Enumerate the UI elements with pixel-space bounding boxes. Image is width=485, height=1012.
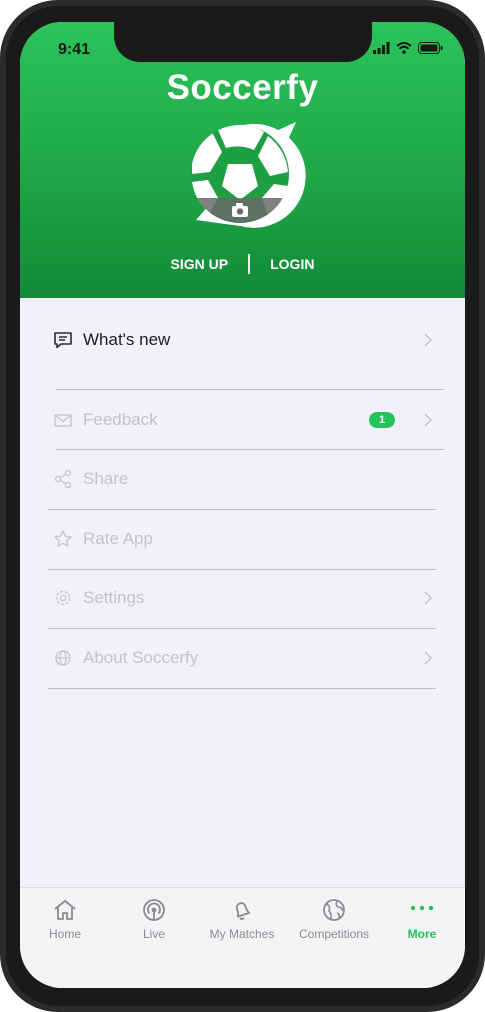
- globe-icon: [55, 650, 71, 666]
- menu-divider: [48, 688, 436, 689]
- home-icon: [54, 900, 76, 920]
- notification-badge: 1: [369, 412, 395, 428]
- menu-item-share[interactable]: Share: [20, 449, 465, 509]
- chat-bubble-icon: [54, 332, 72, 349]
- menu-item-label: Share: [83, 469, 129, 488]
- status-time: 9:41: [58, 41, 91, 58]
- chevron-right-icon: [424, 591, 433, 605]
- chevron-right-icon: [424, 651, 433, 665]
- avatar-logo[interactable]: [178, 116, 306, 236]
- tab-label: More: [407, 927, 437, 941]
- menu-item-whats-new[interactable]: What's new: [20, 310, 465, 370]
- tab-label: My Matches: [209, 927, 275, 941]
- menu-item-settings[interactable]: Settings: [20, 568, 465, 628]
- tab-label: Live: [142, 927, 165, 941]
- menu-item-feedback[interactable]: Feedback 1: [20, 390, 465, 450]
- bell-icon: [235, 902, 251, 920]
- app-title: Soccerfy: [166, 68, 319, 107]
- share-icon: [54, 469, 72, 489]
- battery-icon: [418, 42, 443, 54]
- tab-my-matches[interactable]: My Matches: [192, 898, 292, 941]
- tab-label: Home: [48, 927, 81, 941]
- more-dots-icon: [410, 905, 434, 911]
- globe-icon: [323, 899, 345, 921]
- auth-links: SIGN UP LOGIN: [20, 254, 465, 274]
- menu-item-rate-app[interactable]: Rate App: [20, 509, 465, 569]
- menu-item-label: Feedback: [83, 410, 158, 429]
- status-icons: [373, 42, 443, 54]
- bottom-tab-bar: Home Live My Matches Competitions More: [20, 887, 465, 988]
- chevron-right-icon: [424, 413, 433, 427]
- tab-competitions[interactable]: Competitions: [284, 898, 384, 941]
- menu-item-label: About Soccerfy: [83, 648, 199, 667]
- menu-item-label: Rate App: [83, 529, 153, 548]
- tab-more[interactable]: More: [372, 898, 465, 941]
- menu-item-about[interactable]: About Soccerfy: [20, 628, 465, 688]
- tab-home[interactable]: Home: [20, 898, 115, 941]
- signal-icon: [373, 42, 390, 54]
- app-screen: 9:41 Soccerfy SIGN UP LOGIN What's new F…: [20, 22, 465, 988]
- tab-live[interactable]: Live: [104, 898, 204, 941]
- device-notch: [114, 22, 372, 62]
- login-link[interactable]: LOGIN: [250, 256, 334, 272]
- signup-link[interactable]: SIGN UP: [151, 256, 249, 272]
- envelope-icon: [54, 414, 72, 427]
- menu-item-label: What's new: [83, 330, 171, 349]
- profile-header: 9:41 Soccerfy SIGN UP LOGIN: [20, 22, 465, 298]
- gear-icon: [55, 590, 71, 606]
- broadcast-icon: [143, 899, 165, 921]
- tab-label: Competitions: [298, 927, 370, 941]
- star-icon: [54, 530, 72, 547]
- wifi-icon: [396, 42, 412, 54]
- menu-item-label: Settings: [83, 588, 145, 607]
- chevron-right-icon: [424, 333, 433, 347]
